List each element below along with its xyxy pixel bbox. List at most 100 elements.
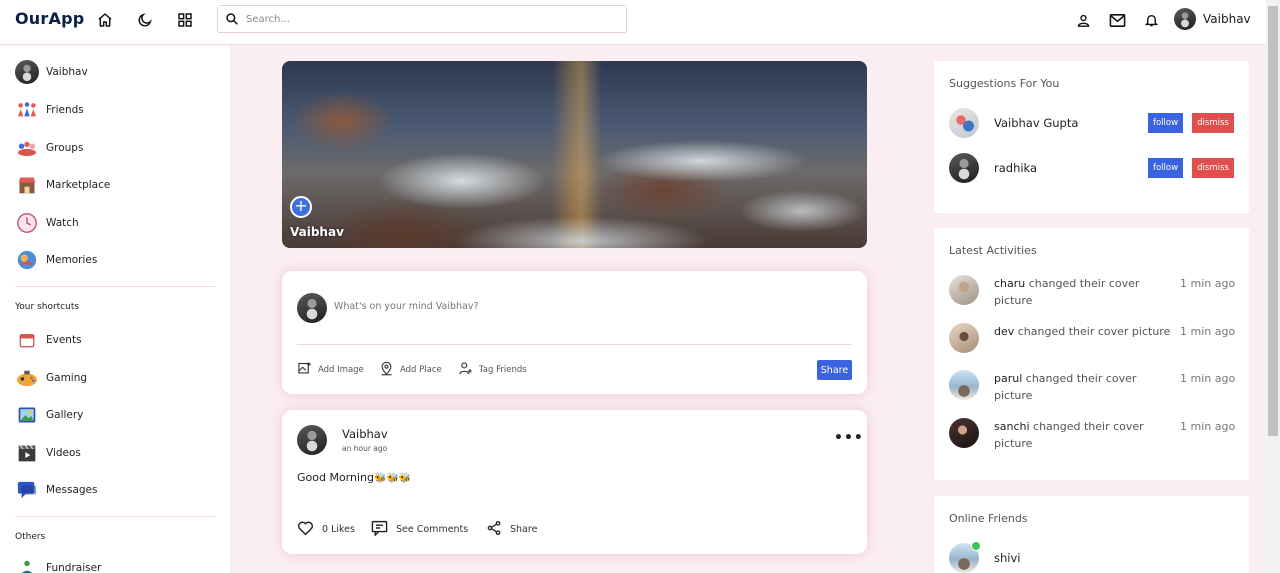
online-friend-name: shivi xyxy=(994,551,1021,565)
plus-icon[interactable]: + xyxy=(290,196,312,218)
online-friends-card: Online Friends shivi xyxy=(934,496,1249,573)
composer-divider xyxy=(297,344,852,345)
sidebar-item-messages[interactable]: Messages xyxy=(15,478,98,502)
left-sidebar: Vaibhav Friends Groups Marketplace Watch… xyxy=(0,46,230,573)
comments-label: See Comments xyxy=(396,524,469,535)
sidebar-item-marketplace[interactable]: Marketplace xyxy=(15,173,110,197)
post-composer: Add Image Add Place Tag Friends Share xyxy=(282,271,867,394)
suggestion-name[interactable]: Vaibhav Gupta xyxy=(994,116,1149,130)
online-status-dot xyxy=(971,541,981,551)
suggestion-name[interactable]: radhika xyxy=(994,161,1149,175)
online-avatar-wrap xyxy=(949,541,981,573)
messages-icon xyxy=(15,478,39,502)
suggestion-row: Vaibhav Gupta follow dismiss xyxy=(949,108,1234,138)
add-image-button[interactable]: Add Image xyxy=(297,361,364,379)
avatar xyxy=(297,425,327,455)
post-input[interactable] xyxy=(334,301,814,312)
search-input[interactable] xyxy=(246,13,606,25)
activity-time: 1 min ago xyxy=(1180,372,1236,385)
top-navbar: OurApp Vaibhav xyxy=(0,0,1266,45)
friends-icon xyxy=(15,98,39,122)
post-emojis: 🐝🐝🐝 xyxy=(374,473,412,484)
sidebar-item-events[interactable]: Events xyxy=(15,328,82,352)
marketplace-icon xyxy=(15,173,39,197)
person-icon[interactable] xyxy=(1074,11,1092,29)
sidebar-item-label: Messages xyxy=(46,484,98,496)
like-button[interactable]: 0 Likes xyxy=(297,520,355,539)
sidebar-divider xyxy=(15,516,215,517)
moon-icon[interactable] xyxy=(136,11,154,29)
dismiss-button[interactable]: dismiss xyxy=(1192,158,1234,178)
follow-button[interactable]: follow xyxy=(1148,158,1183,178)
sidebar-item-gaming[interactable]: Gaming xyxy=(15,366,87,390)
gamepad-icon xyxy=(15,366,39,390)
sidebar-item-label: Memories xyxy=(46,254,98,266)
follow-button[interactable]: follow xyxy=(1148,113,1183,133)
dismiss-button[interactable]: dismiss xyxy=(1192,113,1234,133)
search-icon xyxy=(224,11,240,27)
online-title: Online Friends xyxy=(949,512,1028,525)
activity-time: 1 min ago xyxy=(1180,325,1236,338)
activity-user[interactable]: sanchi xyxy=(994,420,1030,433)
sidebar-item-memories[interactable]: Memories xyxy=(15,248,97,272)
avatar xyxy=(949,153,979,183)
sidebar-item-label: Groups xyxy=(46,142,84,154)
online-friend-row[interactable]: shivi xyxy=(949,541,1021,573)
top-user-name: Vaibhav xyxy=(1203,12,1251,26)
scrollbar-thumb[interactable] xyxy=(1268,6,1278,436)
activity-text: parul changed their cover picture xyxy=(994,370,1176,404)
page-scrollbar[interactable] xyxy=(1266,0,1280,573)
app-logo[interactable]: OurApp xyxy=(15,9,84,28)
top-user-menu[interactable]: Vaibhav xyxy=(1174,8,1251,30)
activity-time: 1 min ago xyxy=(1180,277,1236,290)
tag-friends-button[interactable]: Tag Friends xyxy=(458,361,527,379)
sidebar-item-gallery[interactable]: Gallery xyxy=(15,403,83,427)
fundraiser-icon xyxy=(15,556,39,573)
sidebar-divider xyxy=(15,286,215,287)
activities-card: Latest Activities charu changed their co… xyxy=(934,228,1249,480)
apps-grid-icon[interactable] xyxy=(176,11,194,29)
sidebar-item-watch[interactable]: Watch xyxy=(15,211,79,235)
sidebar-item-fundraiser[interactable]: Fundraiser xyxy=(15,556,101,573)
activity-text: dev changed their cover picture xyxy=(994,323,1180,340)
suggestions-title: Suggestions For You xyxy=(949,77,1060,90)
activity-text: sanchi changed their cover picture xyxy=(994,418,1176,452)
avatar xyxy=(949,418,979,448)
activity-user[interactable]: dev xyxy=(994,325,1014,338)
avatar xyxy=(949,275,979,305)
comments-button[interactable]: See Comments xyxy=(371,520,468,539)
sidebar-item-videos[interactable]: Videos xyxy=(15,441,81,465)
post-author[interactable]: Vaibhav xyxy=(342,427,388,441)
post-share-button[interactable]: Share xyxy=(486,520,537,539)
post-time: an hour ago xyxy=(342,444,388,453)
sidebar-item-profile[interactable]: Vaibhav xyxy=(15,60,88,84)
more-options-icon[interactable]: ••• xyxy=(834,430,864,446)
activity-user[interactable]: charu xyxy=(994,277,1025,290)
groups-icon xyxy=(15,136,39,160)
activity-action: changed their cover picture xyxy=(1014,325,1171,338)
heart-icon xyxy=(297,520,314,539)
watch-icon xyxy=(15,211,39,235)
sidebar-item-label: Videos xyxy=(46,447,81,459)
suggestion-row: radhika follow dismiss xyxy=(949,153,1234,183)
avatar xyxy=(1174,8,1196,30)
share-button[interactable]: Share xyxy=(817,360,852,380)
activity-time: 1 min ago xyxy=(1180,420,1236,433)
sidebar-item-groups[interactable]: Groups xyxy=(15,136,83,160)
search-bar xyxy=(217,5,627,33)
sidebar-item-label: Gaming xyxy=(46,372,88,384)
sidebar-item-friends[interactable]: Friends xyxy=(15,98,84,122)
sidebar-item-label: Marketplace xyxy=(46,179,111,191)
activities-title: Latest Activities xyxy=(949,244,1037,257)
sidebar-item-label: Vaibhav xyxy=(46,66,88,78)
avatar xyxy=(297,293,327,323)
cover-photo xyxy=(282,61,867,248)
activity-user[interactable]: parul xyxy=(994,372,1022,385)
add-image-label: Add Image xyxy=(318,365,364,375)
bell-icon[interactable] xyxy=(1142,11,1160,29)
mail-icon[interactable] xyxy=(1108,11,1126,29)
avatar xyxy=(949,370,979,400)
add-place-button[interactable]: Add Place xyxy=(379,361,442,379)
sidebar-item-label: Watch xyxy=(46,217,79,229)
home-icon[interactable] xyxy=(96,11,114,29)
